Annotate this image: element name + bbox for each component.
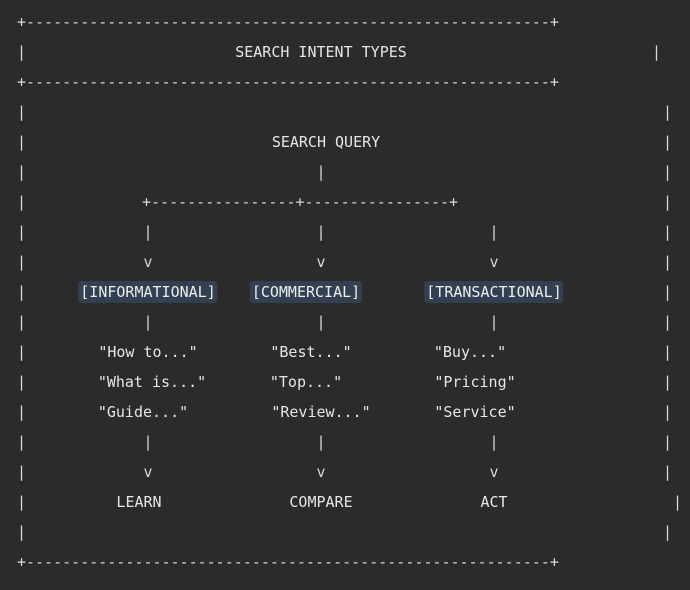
frame-left-bar: | xyxy=(17,133,27,151)
ascii-diagram: +---------------------------------------… xyxy=(0,0,690,590)
frame-left-bar: | xyxy=(17,103,27,121)
col1-example-3: "Guide..." xyxy=(97,403,189,421)
header-left-bar: | xyxy=(17,43,27,61)
frame-right-bar: | xyxy=(663,193,673,211)
col2-example-1: "Best..." xyxy=(270,343,352,361)
col1-connector-mid: | xyxy=(143,313,153,331)
col2-arrow-top: v xyxy=(316,253,326,271)
intent-node-commercial: [COMMERCIAL] xyxy=(249,281,363,303)
frame-left-bar: | xyxy=(17,403,27,421)
col2-example-2: "Top..." xyxy=(269,373,343,391)
header-divider: +---------------------------------------… xyxy=(17,73,559,91)
frame-left-bar: | xyxy=(17,433,27,451)
frame-right-bar: | xyxy=(663,283,673,301)
col2-connector-top: | xyxy=(316,223,326,241)
col1-goal: LEARN xyxy=(116,493,162,511)
frame-left-bar: | xyxy=(17,523,27,541)
col3-arrow-top: v xyxy=(489,253,499,271)
frame-right-bar: | xyxy=(663,133,673,151)
col3-connector-bottom: | xyxy=(489,433,499,451)
col3-arrow-bottom: v xyxy=(489,463,499,481)
col2-goal: COMPARE xyxy=(289,493,353,511)
frame-left-bar: | xyxy=(17,313,27,331)
col3-goal: ACT xyxy=(480,493,508,511)
frame-right-bar: | xyxy=(663,253,673,271)
frame-left-bar: | xyxy=(17,223,27,241)
frame-right-bar: | xyxy=(663,373,673,391)
frame-left-bar: | xyxy=(17,163,27,181)
frame-right-bar: | xyxy=(663,523,673,541)
col1-connector-top: | xyxy=(143,223,153,241)
col2-connector-bottom: | xyxy=(316,433,326,451)
frame-right-bar: | xyxy=(663,103,673,121)
col1-connector-bottom: | xyxy=(143,433,153,451)
frame-right-bar: | xyxy=(663,163,673,181)
frame-left-bar: | xyxy=(17,253,27,271)
col3-connector-mid: | xyxy=(489,313,499,331)
col2-connector-mid: | xyxy=(316,313,326,331)
frame-left-bar: | xyxy=(17,283,27,301)
frame-left-bar: | xyxy=(17,373,27,391)
col3-connector-top: | xyxy=(489,223,499,241)
intent-node-transactional: [TRANSACTIONAL] xyxy=(424,281,564,303)
header-right-bar: | xyxy=(652,43,662,61)
diagram-title: SEARCH INTENT TYPES xyxy=(235,43,407,61)
col2-example-3: "Review..." xyxy=(271,403,371,421)
frame-left-bar: | xyxy=(17,493,27,511)
frame-right-bar: | xyxy=(663,433,673,451)
col1-example-2: "What is..." xyxy=(97,373,207,391)
col3-example-2: "Pricing" xyxy=(434,373,516,391)
frame-right-bar: | xyxy=(663,223,673,241)
frame-left-bar: | xyxy=(17,463,27,481)
top-border: +---------------------------------------… xyxy=(17,13,559,31)
frame-right-bar: | xyxy=(673,493,683,511)
root-node: SEARCH QUERY xyxy=(271,133,381,151)
col1-arrow-bottom: v xyxy=(143,463,153,481)
col2-arrow-bottom: v xyxy=(316,463,326,481)
frame-right-bar: | xyxy=(663,403,673,421)
col3-example-3: "Service" xyxy=(434,403,516,421)
branch-line: +----------------+----------------+ xyxy=(142,193,459,211)
bottom-border: +---------------------------------------… xyxy=(17,553,559,571)
intent-node-informational: [INFORMATIONAL] xyxy=(78,281,218,303)
frame-left-bar: | xyxy=(17,343,27,361)
frame-right-bar: | xyxy=(663,313,673,331)
frame-right-bar: | xyxy=(663,343,673,361)
col1-arrow-top: v xyxy=(143,253,153,271)
col3-example-1: "Buy..." xyxy=(433,343,507,361)
col1-example-1: "How to..." xyxy=(98,343,198,361)
frame-left-bar: | xyxy=(17,193,27,211)
root-connector: | xyxy=(316,163,326,181)
frame-right-bar: | xyxy=(663,463,673,481)
